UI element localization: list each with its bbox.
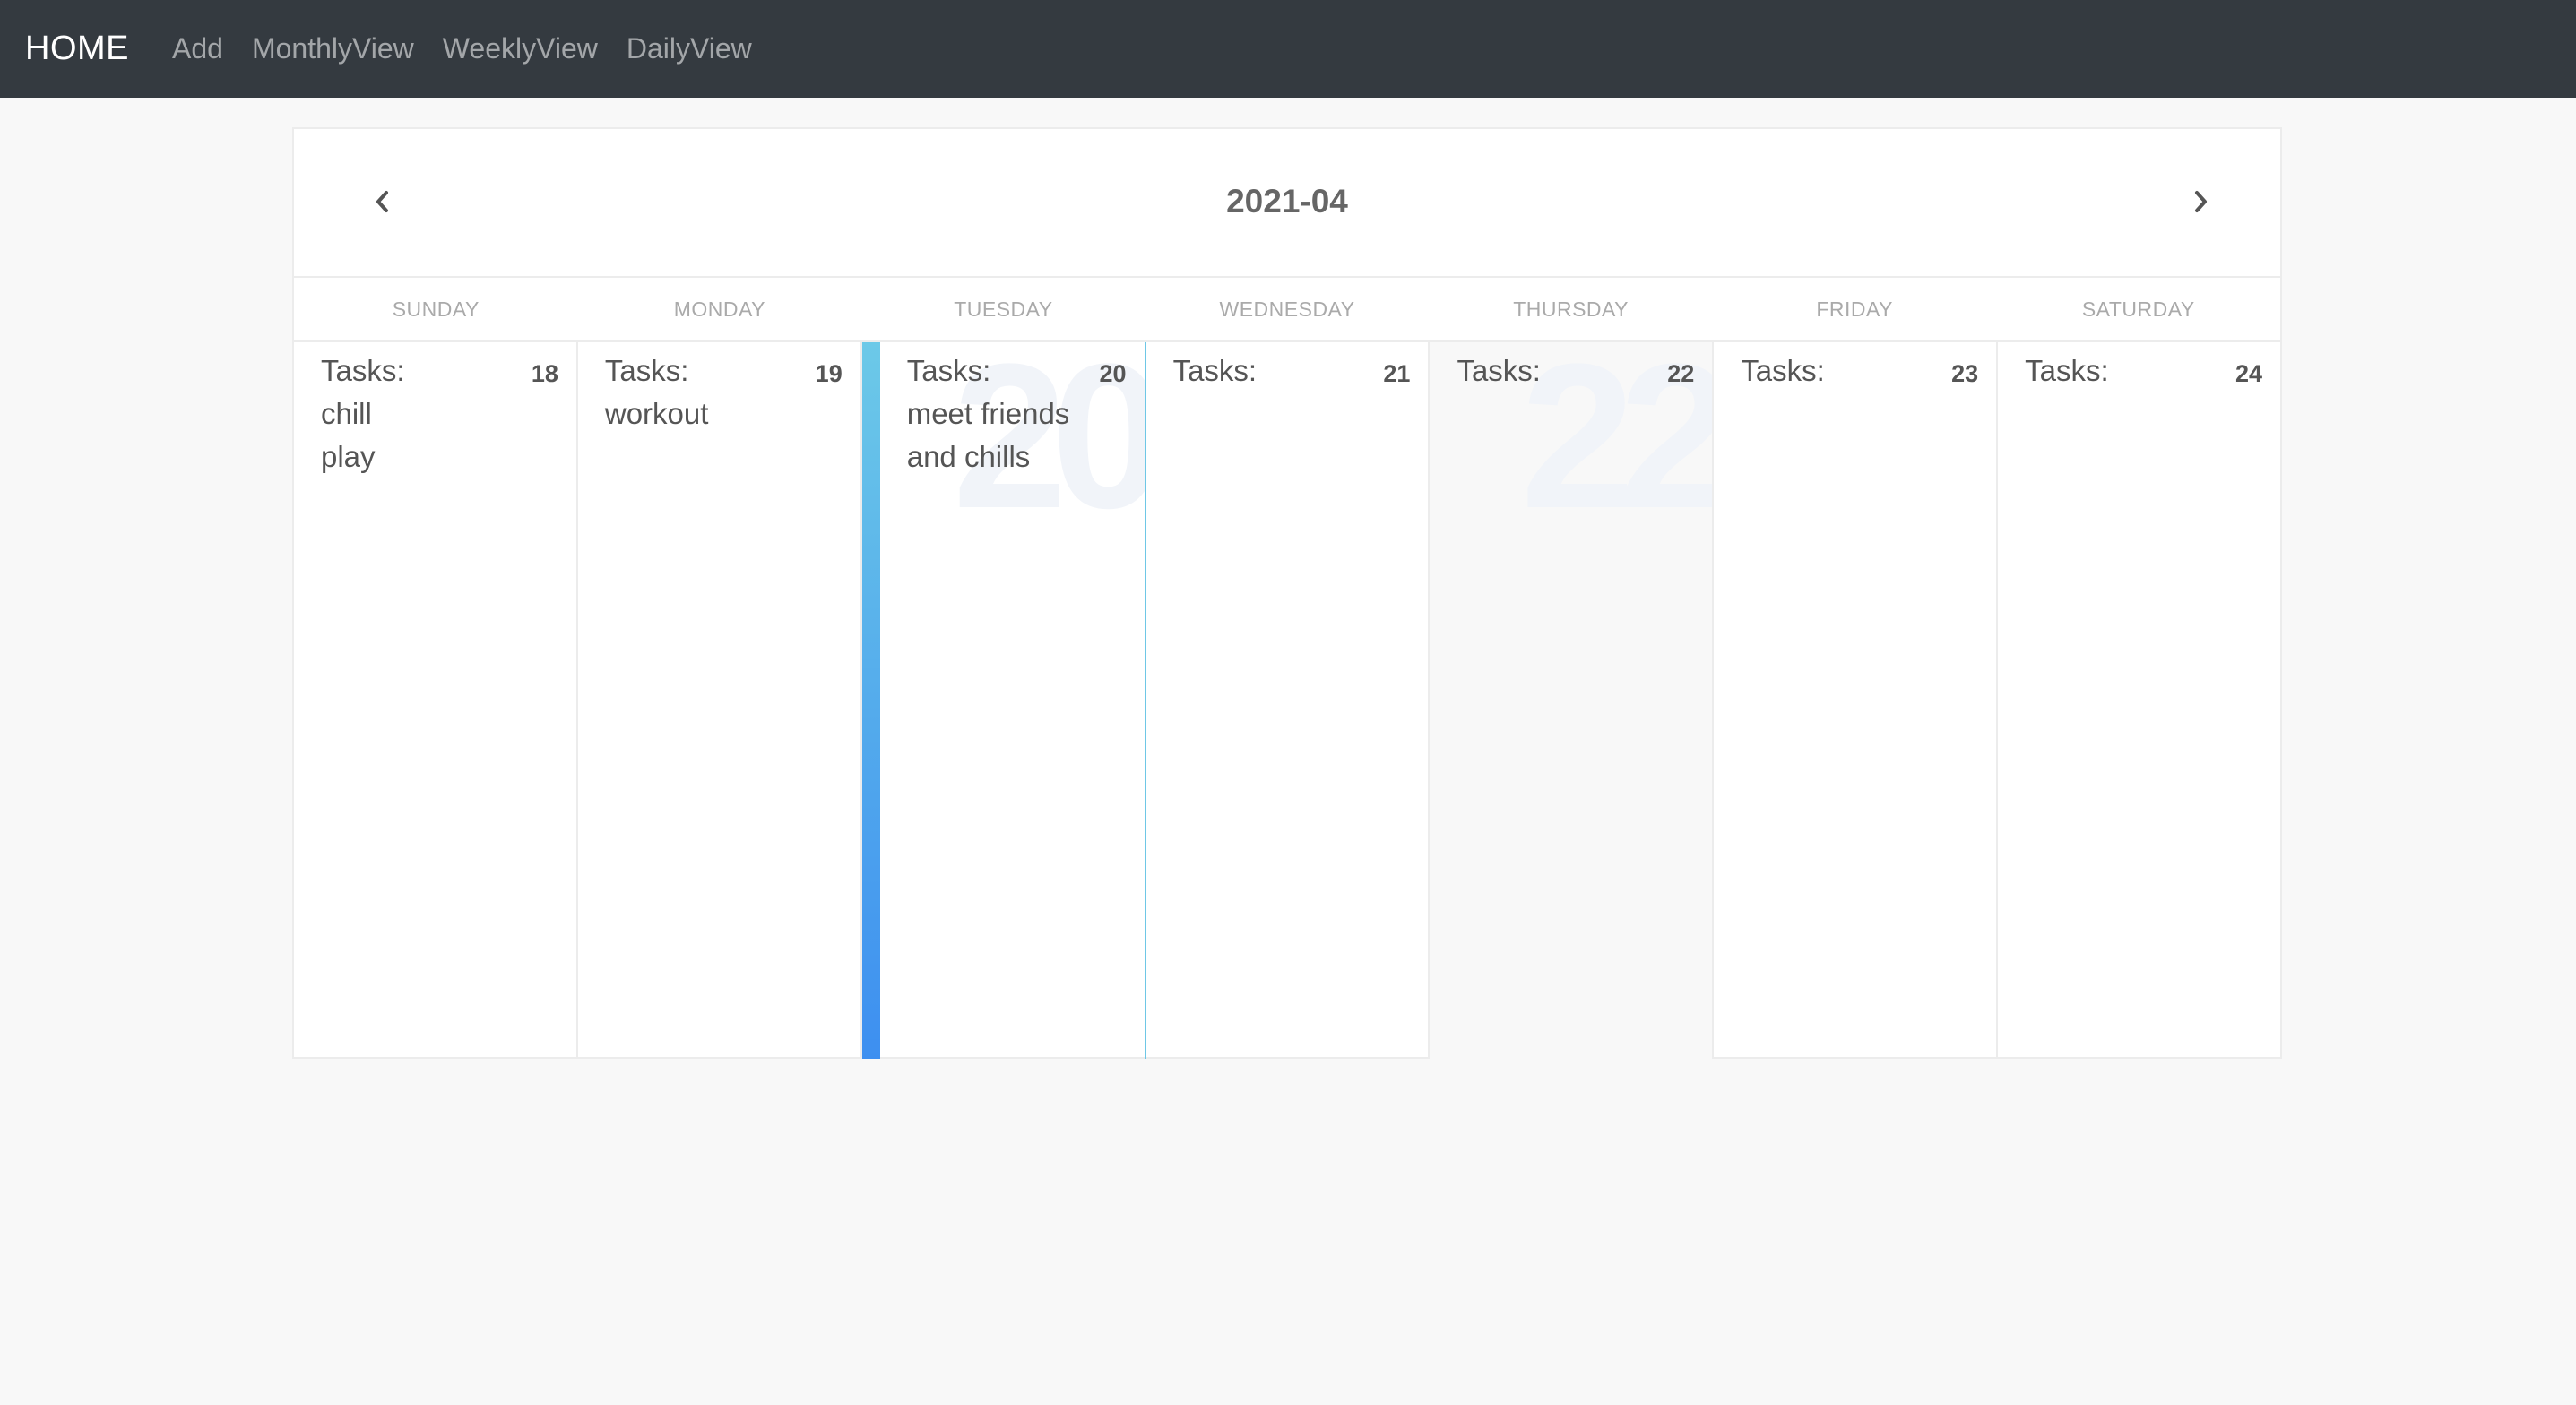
- tasks-list: Tasks: chill play: [321, 349, 405, 478]
- task-item[interactable]: chill: [321, 392, 405, 435]
- tasks-list: Tasks:: [1457, 349, 1541, 392]
- day-cell[interactable]: Tasks: workout 19: [578, 342, 862, 1059]
- weekday-label: THURSDAY: [1513, 297, 1629, 321]
- calendar-header: 2021-04: [294, 129, 2280, 278]
- day-cell[interactable]: Tasks: chill play 18: [294, 342, 578, 1059]
- top-navbar: HOME Add MonthlyView WeeklyView DailyVie…: [0, 0, 2576, 98]
- weekday-label: TUESDAY: [954, 297, 1053, 321]
- tasks-list: Tasks: meet friends and chills: [907, 349, 1070, 478]
- tasks-list: Tasks: workout: [605, 349, 709, 435]
- weekday-label: SUNDAY: [392, 297, 480, 321]
- day-cell-today[interactable]: 20 Tasks: meet friends and chills 20: [861, 342, 1146, 1059]
- tasks-label: Tasks:: [604, 354, 689, 387]
- day-cell-highlighted[interactable]: 22 Tasks: 22: [1430, 342, 1715, 1059]
- day-number: 21: [1383, 360, 1411, 387]
- task-item[interactable]: and chills: [907, 435, 1070, 478]
- weekday-label: SATURDAY: [2081, 297, 2195, 321]
- weekly-calendar: 2021-04 SUNDAY MONDAY TUESDAY WEDNESDAY …: [292, 127, 2282, 1059]
- calendar-title: 2021-04: [1226, 183, 1348, 220]
- tasks-label: Tasks:: [1172, 354, 1258, 387]
- day-number: 18: [531, 360, 558, 387]
- next-week-button[interactable]: [2174, 179, 2228, 224]
- nav-monthly-view-link[interactable]: MonthlyView: [252, 32, 414, 65]
- day-number: 24: [2235, 360, 2263, 387]
- nav-weekly-view-link[interactable]: WeeklyView: [443, 32, 598, 65]
- chevron-right-icon: [2195, 191, 2207, 212]
- weekday-label: MONDAY: [673, 297, 765, 321]
- task-item[interactable]: workout: [605, 392, 709, 435]
- today-indicator-bar: [861, 342, 880, 1059]
- tasks-label: Tasks:: [1457, 354, 1541, 387]
- day-cell[interactable]: Tasks: 21: [1146, 342, 1431, 1059]
- tasks-label: Tasks:: [1741, 354, 1825, 387]
- days-row: Tasks: chill play 18 Tasks: workout 19 2…: [294, 342, 2280, 1059]
- tasks-label: Tasks:: [321, 354, 405, 387]
- home-link[interactable]: HOME: [25, 30, 129, 68]
- tasks-list: Tasks:: [1741, 349, 1825, 392]
- task-item[interactable]: play: [321, 435, 405, 478]
- nav-add-link[interactable]: Add: [172, 32, 223, 65]
- weekday-label: FRIDAY: [1816, 297, 1893, 321]
- tasks-label: Tasks:: [906, 354, 991, 387]
- day-number: 20: [1099, 360, 1127, 387]
- nav-daily-view-link[interactable]: DailyView: [627, 32, 752, 65]
- weekday-label: WEDNESDAY: [1219, 297, 1355, 321]
- day-number: 19: [815, 360, 843, 387]
- tasks-list: Tasks:: [1173, 349, 1258, 392]
- tasks-label: Tasks:: [2025, 354, 2109, 387]
- weekday-header-row: SUNDAY MONDAY TUESDAY WEDNESDAY THURSDAY…: [294, 278, 2280, 342]
- tasks-list: Tasks:: [2025, 349, 2109, 392]
- day-number: 22: [1667, 360, 1695, 387]
- task-item[interactable]: meet friends: [907, 392, 1070, 435]
- day-cell[interactable]: Tasks: 23: [1714, 342, 1999, 1059]
- day-number: 23: [1951, 360, 1979, 387]
- day-cell[interactable]: Tasks: 24: [1998, 342, 2280, 1059]
